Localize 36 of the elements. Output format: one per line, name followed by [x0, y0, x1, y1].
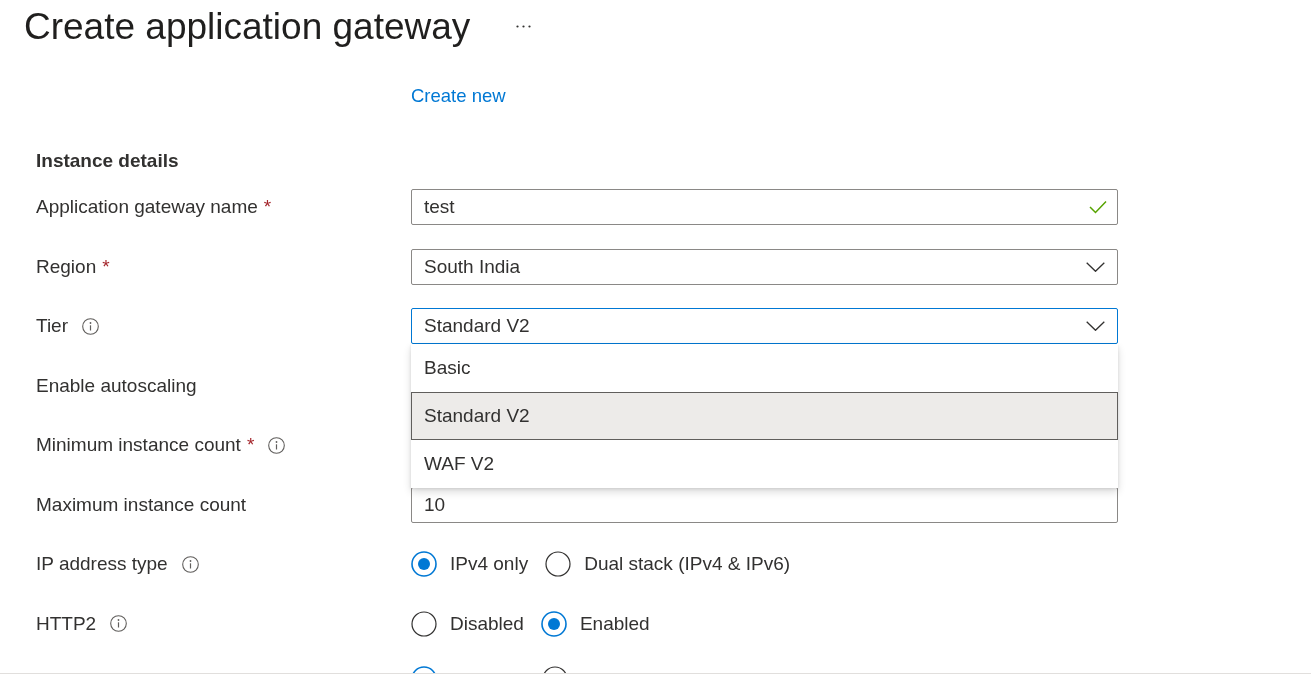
radio-label: Enabled [579, 612, 650, 635]
info-icon[interactable] [268, 436, 286, 454]
radio-button[interactable] [545, 551, 572, 577]
field-label: Enable autoscaling [36, 374, 197, 397]
info-icon[interactable] [181, 555, 199, 573]
text-field[interactable]: 10 [411, 486, 1118, 523]
dropdown-field[interactable]: Standard V2 [411, 308, 1118, 344]
radio-button[interactable] [411, 551, 437, 577]
radio-label: Dual stack (IPv4 & IPv6) [584, 553, 791, 575]
create-new-link[interactable]: Create new [411, 85, 506, 107]
field-label: Region [36, 255, 97, 278]
radio-label: Disabled [450, 612, 524, 635]
section-heading: Instance details [36, 150, 179, 172]
info-icon[interactable] [82, 317, 100, 335]
field-label: HTTP2 [36, 612, 97, 635]
info-icon[interactable] [110, 615, 128, 632]
required-mark: * [263, 196, 272, 218]
dropdown-field[interactable]: South India [411, 248, 1118, 285]
text-field[interactable]: test [411, 189, 1118, 225]
required-mark: * [246, 434, 255, 456]
field-label: Application gateway name [36, 196, 258, 218]
chevron-down-icon [1086, 261, 1105, 272]
dropdown-option[interactable]: Standard V2 [411, 392, 1118, 440]
field-label: Maximum instance count [36, 493, 247, 516]
field-label: Minimum instance count [36, 434, 241, 456]
radio-button[interactable] [540, 610, 567, 637]
chevron-down-icon [1086, 321, 1105, 331]
required-mark: * [102, 255, 110, 278]
page-title: Create application gateway [24, 6, 471, 48]
dropdown-option[interactable]: WAF V2 [411, 440, 1118, 488]
field-label: Tier [36, 315, 69, 337]
dropdown-option[interactable]: Basic [411, 344, 1118, 392]
field-label: IP address type [36, 553, 168, 575]
more-icon[interactable] [516, 24, 532, 28]
radio-label: IPv4 only [450, 553, 529, 575]
radio-button[interactable] [411, 610, 437, 637]
